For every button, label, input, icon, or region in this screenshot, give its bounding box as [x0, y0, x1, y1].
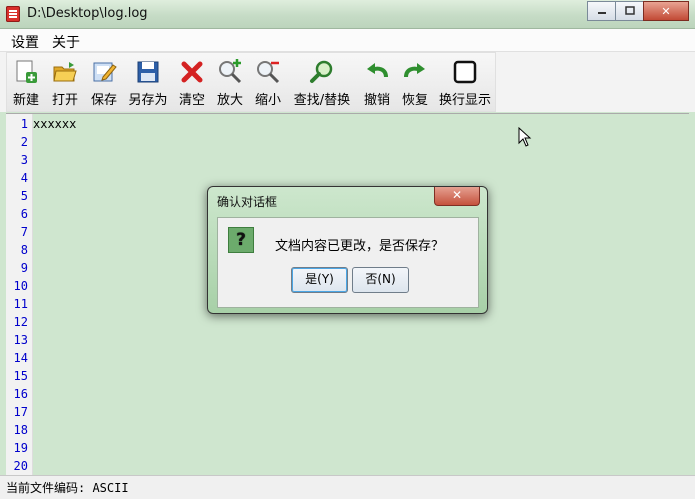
tool-word-wrap-label: 换行显示	[438, 93, 491, 108]
tool-word-wrap[interactable]: 换行显示	[437, 55, 493, 109]
mouse-cursor-icon	[518, 127, 532, 147]
line-number: 9	[20, 261, 28, 275]
save-edit-icon	[91, 59, 117, 85]
line-number: 11	[13, 297, 28, 311]
maximize-button[interactable]	[615, 1, 644, 21]
find-replace-icon	[309, 59, 335, 85]
no-button[interactable]: 否(N)	[352, 267, 409, 293]
tool-zoom-out[interactable]: 缩小	[251, 55, 285, 109]
yes-button[interactable]: 是(Y)	[291, 267, 348, 293]
line-number: 7	[20, 225, 28, 239]
close-icon: ✕	[661, 4, 671, 18]
tool-save-as[interactable]: 另存为	[125, 55, 171, 109]
line-number: 3	[20, 153, 28, 167]
tool-save-label: 保存	[90, 93, 117, 108]
menu-about[interactable]: 关于	[52, 32, 80, 52]
maximize-icon	[624, 6, 635, 15]
line-number: 14	[13, 351, 28, 365]
clear-x-icon	[179, 59, 205, 85]
tool-zoom-out-label: 缩小	[254, 93, 281, 108]
status-bar: 当前文件编码: ASCII	[0, 475, 695, 499]
window-title: D:\Desktop\log.log	[27, 6, 148, 21]
line-number: 4	[20, 171, 28, 185]
undo-icon	[364, 59, 390, 85]
tool-find-replace-label: 查找/替换	[293, 93, 351, 108]
tool-open[interactable]: 打开	[47, 55, 83, 109]
tool-open-label: 打开	[51, 93, 78, 108]
tool-redo[interactable]: 恢复	[397, 55, 433, 109]
tool-new-label: 新建	[12, 93, 39, 108]
tool-zoom-in[interactable]: 放大	[213, 55, 247, 109]
line-number: 12	[13, 315, 28, 329]
line-number: 1	[20, 117, 28, 131]
close-icon: ✕	[451, 188, 463, 202]
menu-bar: 设置 关于	[0, 29, 695, 52]
redo-icon	[402, 59, 428, 85]
tool-redo-label: 恢复	[401, 93, 428, 108]
line-number: 20	[13, 459, 28, 473]
toolbar: 新建 打开 保存 另存为 清空 放大 缩小 查找/替换 撤销 恢复 换行显示	[6, 52, 496, 112]
tool-find-replace[interactable]: 查找/替换	[289, 55, 355, 109]
confirm-dialog: 确认对话框 ✕ ? 文档内容已更改，是否保存？ 是(Y) 否(N)	[207, 186, 488, 314]
tool-clear[interactable]: 清空	[174, 55, 210, 109]
tool-undo-label: 撤销	[363, 93, 390, 108]
encoding-status: 当前文件编码: ASCII	[6, 481, 129, 495]
zoom-out-icon	[255, 59, 281, 85]
open-folder-icon	[52, 59, 78, 85]
menu-settings[interactable]: 设置	[11, 32, 39, 52]
tool-new[interactable]: 新建	[8, 55, 44, 109]
title-bar: D:\Desktop\log.log ✕	[0, 0, 695, 29]
line-number: 18	[13, 423, 28, 437]
line-number: 15	[13, 369, 28, 383]
dialog-message: 文档内容已更改，是否保存？	[275, 239, 445, 254]
line-number: 6	[20, 207, 28, 221]
minimize-button[interactable]	[587, 1, 616, 21]
tool-undo[interactable]: 撤销	[359, 55, 395, 109]
tool-clear-label: 清空	[178, 93, 205, 108]
line-number-gutter: 1 2 3 4 5 6 7 8 9 10 11 12 13 14 15 16 1…	[6, 114, 33, 475]
tool-save[interactable]: 保存	[86, 55, 122, 109]
question-icon: ?	[228, 227, 254, 253]
editor-text[interactable]: xxxxxx	[33, 117, 76, 131]
save-as-floppy-icon	[135, 59, 161, 85]
line-number: 16	[13, 387, 28, 401]
app-icon	[6, 6, 20, 22]
tool-zoom-in-label: 放大	[216, 93, 243, 108]
line-number: 17	[13, 405, 28, 419]
line-number: 2	[20, 135, 28, 149]
line-number: 8	[20, 243, 28, 257]
minimize-icon	[597, 12, 606, 14]
line-number: 10	[13, 279, 28, 293]
line-number: 19	[13, 441, 28, 455]
window-controls: ✕	[587, 1, 689, 21]
line-number: 13	[13, 333, 28, 347]
dialog-close-button[interactable]: ✕	[434, 187, 480, 206]
tool-save-as-label: 另存为	[128, 93, 168, 108]
close-button[interactable]: ✕	[643, 1, 689, 21]
line-number: 5	[20, 189, 28, 203]
dialog-body: ? 文档内容已更改，是否保存？ 是(Y) 否(N)	[217, 217, 479, 308]
zoom-in-icon	[217, 59, 243, 85]
question-mark-glyph: ?	[236, 230, 246, 250]
wrap-checkbox-icon	[452, 59, 478, 85]
new-file-icon	[13, 59, 39, 85]
dialog-title: 确认对话框	[217, 195, 278, 209]
